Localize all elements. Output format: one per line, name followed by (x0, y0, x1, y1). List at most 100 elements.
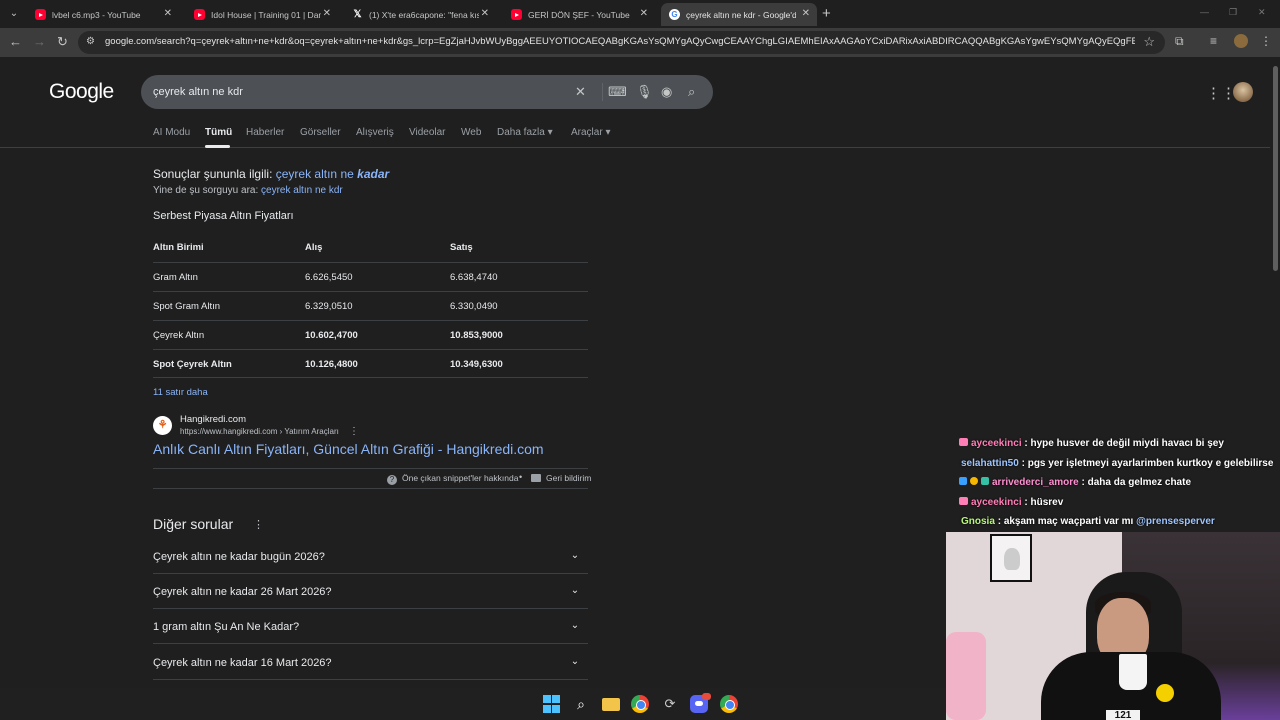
clear-icon[interactable]: ✕ (575, 84, 586, 100)
paa-question[interactable]: Çeyrek altın ne kadar 26 Mart 2026? ⌄ (153, 574, 588, 609)
about-snippets-link[interactable]: ? Öne çıkan snippet'ler hakkında (387, 473, 518, 485)
source-name[interactable]: Hangikredi.com (180, 414, 246, 425)
profile-avatar[interactable] (1234, 34, 1248, 48)
tab-more-label: Daha fazla (497, 127, 545, 138)
tab-more[interactable]: Daha fazla ▾ (497, 127, 553, 138)
chevron-down-icon[interactable]: ⌄ (567, 654, 583, 670)
badge-icon (981, 477, 989, 485)
tab-2[interactable]: Idol House | Training 01 | Dans ✕ (186, 3, 338, 26)
row-divider (153, 377, 588, 378)
tab-news[interactable]: Haberler (246, 127, 284, 138)
close-icon[interactable]: ✕ (640, 8, 648, 19)
heart-badge-icon (959, 497, 968, 505)
tab-4[interactable]: GERİ DÖN ŞEF - YouTube ✕ (503, 3, 655, 26)
feedback-icon (531, 474, 541, 482)
chrome-icon[interactable] (631, 695, 649, 713)
search-input[interactable]: çeyrek altın ne kdr (153, 86, 243, 98)
close-icon[interactable]: ✕ (323, 8, 331, 19)
microphone-icon[interactable]: 🎙 (636, 84, 653, 100)
forward-icon[interactable]: → (33, 33, 46, 51)
original-query-link[interactable]: çeyrek altın ne kdr (261, 185, 343, 196)
source-url[interactable]: https://www.hangikredi.com › Yatırım Ara… (180, 427, 339, 436)
chat-separator: : (1021, 458, 1025, 469)
tab-3[interactable]: 𝕏 (1) X'te era6capone: "fena kıska ✕ (344, 3, 496, 26)
scrollbar-thumb[interactable] (1273, 66, 1278, 271)
address-bar[interactable]: ⚙ google.com/search?q=çeyrek+altın+ne+kd… (78, 31, 1165, 54)
bookmark-star-icon[interactable]: ☆ (1143, 34, 1155, 50)
cat-poster (990, 534, 1032, 582)
correction-prefix: Sonuçlar şununla ilgili: (153, 167, 273, 181)
paa-question[interactable]: 1 gram altın Şu An Ne Kadar? ⌄ (153, 609, 588, 644)
corrected-query-plain: çeyrek altın ne (275, 167, 354, 181)
reload-icon[interactable]: ↻ (57, 33, 68, 51)
feedback-link[interactable]: Geri bildirim (531, 473, 591, 483)
table-header-unit: Altın Birimi (153, 242, 204, 253)
tab-images[interactable]: Görseller (300, 127, 341, 138)
chat-username: arrivederci_amore (992, 477, 1079, 488)
search-icon[interactable]: ⌕ (572, 695, 590, 713)
more-options-icon[interactable]: ⋮ (349, 426, 359, 437)
chrome-icon[interactable] (720, 695, 738, 713)
tab-shopping[interactable]: Alışveriş (356, 127, 394, 138)
coffee-cup (1119, 654, 1147, 690)
more-rows-link[interactable]: 11 satır daha (153, 387, 208, 398)
maximize-icon[interactable]: ❐ (1229, 7, 1237, 18)
windows-start-icon[interactable] (543, 695, 561, 713)
window-close-icon[interactable]: ✕ (1258, 7, 1266, 18)
tab-all[interactable]: Tümü (205, 127, 232, 138)
chevron-down-icon[interactable]: ⌄ (567, 583, 583, 599)
url-text: google.com/search?q=çeyrek+altın+ne+kdr&… (105, 36, 1135, 47)
game-launcher-icon[interactable]: ⟳ (661, 695, 679, 713)
result-title-link[interactable]: Anlık Canlı Altın Fiyatları, Güncel Altı… (153, 441, 544, 457)
tab-videos[interactable]: Videolar (409, 127, 446, 138)
menu-kebab-icon[interactable]: ⋮ (1260, 34, 1272, 48)
about-snippets-label: Öne çıkan snippet'ler hakkında (402, 473, 519, 483)
table-cell-name: Spot Çeyrek Altın (153, 359, 232, 370)
pink-toy (946, 632, 986, 720)
media-control-icon[interactable]: ≡ (1210, 34, 1217, 48)
google-logo[interactable]: Google (49, 80, 114, 104)
row-divider (153, 262, 588, 263)
chat-username: ayceekinci (971, 497, 1022, 508)
close-icon[interactable]: ✕ (164, 8, 172, 19)
chevron-down-icon[interactable]: ⌄ (567, 548, 583, 564)
snippet-title: Serbest Piyasa Altın Fiyatları (153, 210, 294, 222)
chevron-down-icon[interactable]: ⌄ (567, 618, 583, 634)
tab-web[interactable]: Web (461, 127, 481, 138)
paa-question[interactable]: Çeyrek altın ne kadar bugün 2026? ⌄ (153, 539, 588, 574)
search-instead-prefix: Yine de şu sorguyu ara: (153, 185, 259, 196)
corrected-query-link[interactable]: çeyrek altın ne kadar (276, 167, 389, 181)
paa-title: Diğer sorular (153, 516, 234, 532)
file-explorer-icon[interactable] (602, 698, 620, 711)
table-cell-sell: 6.638,4740 (450, 272, 498, 283)
account-avatar[interactable] (1233, 82, 1253, 102)
table-cell-name: Spot Gram Altın (153, 301, 221, 312)
close-icon[interactable]: ✕ (481, 8, 489, 19)
webcam-overlay: 121 (946, 532, 1280, 720)
close-icon[interactable]: ✕ (802, 8, 810, 19)
chat-message: selahattin50 : pgs yer işletmeyi ayarlar… (961, 458, 1273, 469)
more-options-icon[interactable]: ⋮ (253, 518, 264, 531)
minimize-icon[interactable]: — (1200, 7, 1209, 17)
question-text: Çeyrek altın ne kadar 26 Mart 2026? (153, 586, 332, 598)
new-tab-icon[interactable]: + (822, 6, 831, 21)
chat-separator: : (1024, 438, 1028, 449)
lens-icon[interactable]: ◉ (661, 84, 672, 100)
divider (153, 488, 588, 489)
site-info-icon[interactable]: ⚙ (86, 36, 95, 47)
tab-ai-mode[interactable]: AI Modu (153, 127, 190, 138)
table-cell-buy: 6.626,5450 (305, 272, 353, 283)
paa-question[interactable]: Çeyrek altın ne kadar 16 Mart 2026? ⌄ (153, 645, 588, 680)
extensions-icon[interactable]: ⧉ (1175, 34, 1184, 49)
back-icon[interactable]: ← (9, 33, 22, 51)
tab-search-icon[interactable]: ⌄ (5, 5, 23, 23)
search-instead: Yine de şu sorguyu ara: çeyrek altın ne … (153, 185, 343, 196)
search-icon[interactable]: ⌕ (688, 84, 695, 100)
tab-1[interactable]: lvbel c6.mp3 - YouTube ✕ (27, 3, 179, 26)
tab-5-active[interactable]: G çeyrek altın ne kdr - Google'da ✕ (661, 3, 817, 26)
table-cell-buy: 10.602,4700 (305, 330, 358, 341)
table-cell-sell: 10.349,6300 (450, 359, 503, 370)
row-divider (153, 320, 588, 321)
tab-tools[interactable]: Araçlar ▾ (571, 127, 611, 138)
keyboard-icon[interactable]: ⌨ (608, 84, 627, 100)
